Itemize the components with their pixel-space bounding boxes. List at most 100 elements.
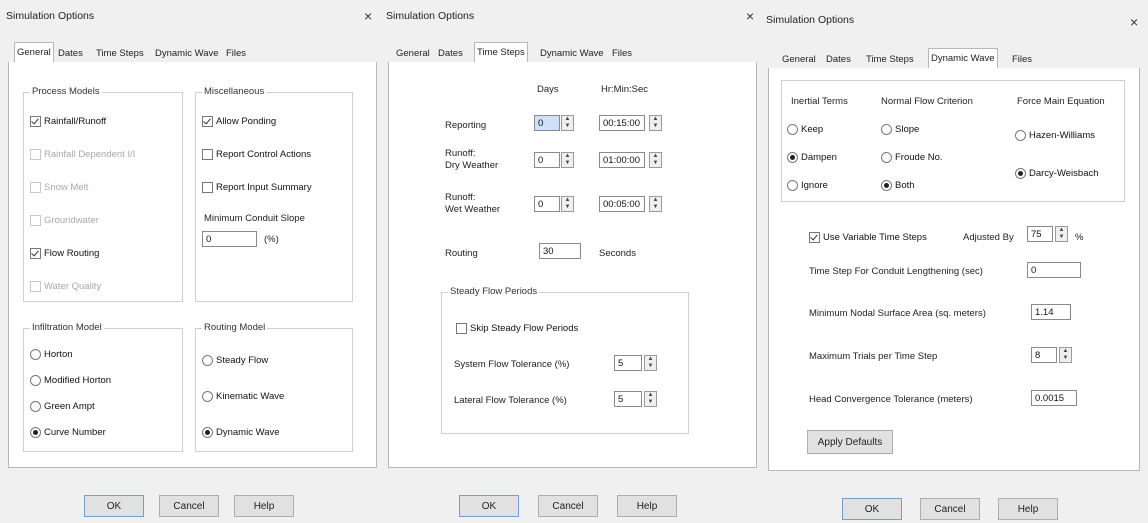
- checkbox-variable-time-steps[interactable]: Use Variable Time Steps: [809, 232, 927, 243]
- conduit-lengthening-label: Time Step For Conduit Lengthening (sec): [809, 266, 983, 277]
- checkbox-allow-ponding[interactable]: Allow Ponding: [202, 116, 276, 127]
- radio-horton[interactable]: Horton: [30, 349, 73, 360]
- adjusted-by-unit: %: [1075, 232, 1084, 243]
- cancel-button[interactable]: Cancel: [920, 498, 980, 520]
- ok-button[interactable]: OK: [459, 495, 519, 517]
- max-trials-spinner[interactable]: ▲ ▼: [1059, 347, 1072, 363]
- tab-dates[interactable]: Dates: [436, 46, 465, 62]
- system-flow-tolerance-label: System Flow Tolerance (%): [454, 359, 570, 370]
- lateral-flow-tolerance-input[interactable]: 5: [614, 391, 642, 407]
- conduit-lengthening-input[interactable]: 0: [1027, 262, 1081, 278]
- apply-defaults-button[interactable]: Apply Defaults: [807, 430, 893, 454]
- tab-dynamic-wave[interactable]: Dynamic Wave: [153, 46, 221, 62]
- tab-time-steps[interactable]: Time Steps: [94, 46, 146, 62]
- radio-modified-horton[interactable]: Modified Horton: [30, 375, 111, 386]
- min-conduit-slope-input[interactable]: 0: [202, 231, 257, 247]
- tab-time-steps[interactable]: Time Steps: [474, 42, 528, 64]
- close-icon[interactable]: ×: [1130, 14, 1138, 30]
- tab-dynamic-wave[interactable]: Dynamic Wave: [928, 48, 998, 70]
- routing-seconds-input[interactable]: 30: [539, 243, 581, 259]
- min-conduit-slope-label: Minimum Conduit Slope: [204, 213, 305, 224]
- checkbox-icon: [30, 182, 41, 193]
- radio-steady-flow[interactable]: Steady Flow: [202, 355, 268, 366]
- radio-icon: [1015, 168, 1026, 179]
- checkbox-rainfall-runoff[interactable]: Rainfall/Runoff: [30, 116, 106, 127]
- tab-files[interactable]: Files: [610, 46, 634, 62]
- runoff-dry-days-spinner[interactable]: ▲ ▼: [561, 152, 574, 168]
- help-button[interactable]: Help: [998, 498, 1058, 520]
- lateral-flow-tolerance-spinner[interactable]: ▲ ▼: [644, 391, 657, 407]
- tab-bar: General Dates Time Steps Dynamic Wave Fi…: [8, 42, 377, 64]
- head-tolerance-input[interactable]: 0.0015: [1031, 390, 1077, 406]
- process-models-group: Process Models Rainfall/Runoff Rainfall …: [23, 86, 183, 302]
- help-button[interactable]: Help: [617, 495, 677, 517]
- checkbox-icon: [30, 149, 41, 160]
- radio-icon: [881, 124, 892, 135]
- ok-button[interactable]: OK: [842, 498, 902, 520]
- runoff-wet-days-spinner[interactable]: ▲ ▼: [561, 196, 574, 212]
- cancel-button[interactable]: Cancel: [159, 495, 219, 517]
- reporting-days-input[interactable]: 0: [534, 115, 560, 131]
- radio-green-ampt[interactable]: Green Ampt: [30, 401, 95, 412]
- close-icon[interactable]: ×: [364, 8, 372, 24]
- adjusted-by-spinner[interactable]: ▲ ▼: [1055, 226, 1068, 242]
- radio-keep[interactable]: Keep: [787, 124, 823, 135]
- help-button[interactable]: Help: [234, 495, 294, 517]
- runoff-dry-hms-spinner[interactable]: ▲ ▼: [649, 152, 662, 168]
- checkbox-skip-steady-flow[interactable]: Skip Steady Flow Periods: [456, 323, 578, 334]
- tab-time-steps[interactable]: Time Steps: [864, 52, 916, 68]
- runoff-wet-hms-spinner[interactable]: ▲ ▼: [649, 196, 662, 212]
- dialog-general: Simulation Options × General Dates Time …: [0, 0, 385, 523]
- dialog-title: Simulation Options: [766, 14, 855, 26]
- dialog-title: Simulation Options: [386, 10, 475, 22]
- dialog-time-steps: Simulation Options × General Dates Time …: [380, 0, 765, 523]
- radio-darcy-weisbach[interactable]: Darcy-Weisbach: [1015, 168, 1099, 179]
- checkbox-report-input-summary[interactable]: Report Input Summary: [202, 182, 312, 193]
- radio-ignore[interactable]: Ignore: [787, 180, 828, 191]
- checkbox-flow-routing[interactable]: Flow Routing: [30, 248, 99, 259]
- radio-icon: [881, 152, 892, 163]
- system-flow-tolerance-input[interactable]: 5: [614, 355, 642, 371]
- radio-froude-no[interactable]: Froude No.: [881, 152, 943, 163]
- radio-both[interactable]: Both: [881, 180, 915, 191]
- close-icon[interactable]: ×: [746, 8, 754, 24]
- runoff-wet-hms-input[interactable]: 00:05:00: [599, 196, 645, 212]
- tab-general[interactable]: General: [780, 52, 818, 68]
- radio-icon: [202, 391, 213, 402]
- checkbox-rainfall-dependent-ii: Rainfall Dependent I/I: [30, 149, 135, 160]
- reporting-hms-input[interactable]: 00:15:00: [599, 115, 645, 131]
- tab-panel-general: Process Models Rainfall/Runoff Rainfall …: [8, 62, 377, 468]
- radio-icon: [1015, 130, 1026, 141]
- radio-slope[interactable]: Slope: [881, 124, 919, 135]
- min-nodal-area-input[interactable]: 1.14: [1031, 304, 1071, 320]
- tab-bar: General Dates Time Steps Dynamic Wave Fi…: [768, 48, 1140, 70]
- tab-dates[interactable]: Dates: [56, 46, 85, 62]
- radio-dampen[interactable]: Dampen: [787, 152, 837, 163]
- ok-button[interactable]: OK: [84, 495, 144, 517]
- max-trials-input[interactable]: 8: [1031, 347, 1057, 363]
- radio-curve-number[interactable]: Curve Number: [30, 427, 106, 438]
- runoff-dry-hms-input[interactable]: 01:00:00: [599, 152, 645, 168]
- tab-general[interactable]: General: [14, 42, 54, 64]
- hms-column-header: Hr:Min:Sec: [601, 84, 648, 95]
- adjusted-by-input[interactable]: 75: [1027, 226, 1053, 242]
- tab-dates[interactable]: Dates: [824, 52, 853, 68]
- tab-files[interactable]: Files: [224, 46, 248, 62]
- radio-hazen-williams[interactable]: Hazen-Williams: [1015, 130, 1095, 141]
- tab-files[interactable]: Files: [1010, 52, 1034, 68]
- tab-general[interactable]: General: [394, 46, 432, 62]
- dialog-title: Simulation Options: [6, 10, 95, 22]
- checkbox-icon: [456, 323, 467, 334]
- runoff-wet-days-input[interactable]: 0: [534, 196, 560, 212]
- radio-dynamic-wave[interactable]: Dynamic Wave: [202, 427, 280, 438]
- tab-dynamic-wave[interactable]: Dynamic Wave: [538, 46, 606, 62]
- radio-kinematic-wave[interactable]: Kinematic Wave: [202, 391, 284, 402]
- reporting-days-spinner[interactable]: ▲ ▼: [561, 115, 574, 131]
- radio-icon: [787, 180, 798, 191]
- group-title: Infiltration Model: [30, 322, 104, 333]
- runoff-dry-days-input[interactable]: 0: [534, 152, 560, 168]
- reporting-hms-spinner[interactable]: ▲ ▼: [649, 115, 662, 131]
- system-flow-tolerance-spinner[interactable]: ▲ ▼: [644, 355, 657, 371]
- checkbox-report-control-actions[interactable]: Report Control Actions: [202, 149, 311, 160]
- cancel-button[interactable]: Cancel: [538, 495, 598, 517]
